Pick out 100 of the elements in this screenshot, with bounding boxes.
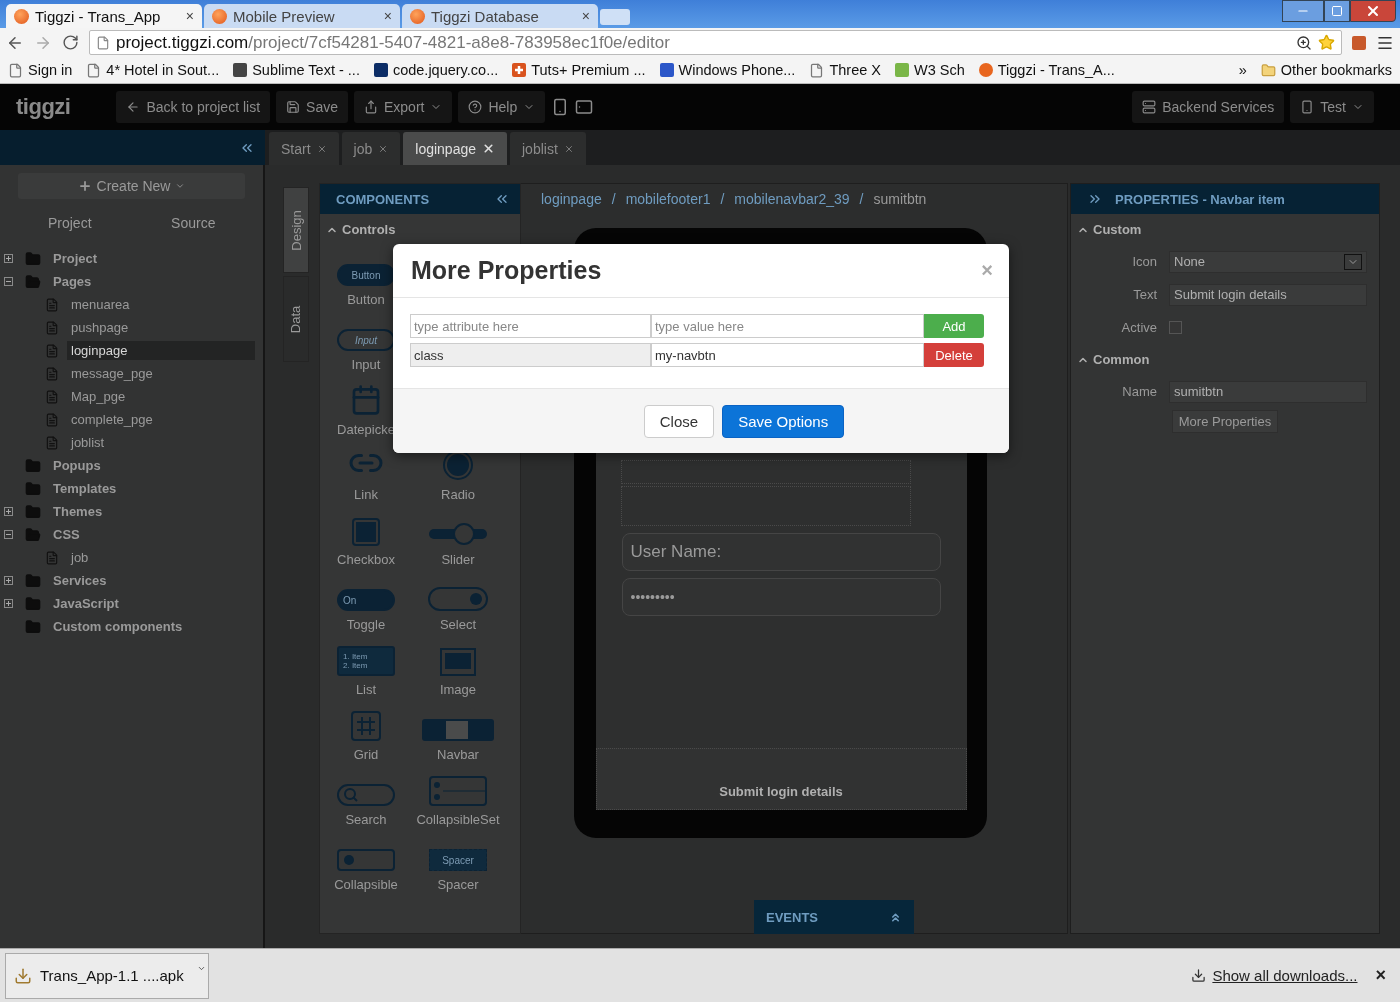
navbar-button[interactable]: Submit login details [595,748,967,810]
tree-item[interactable]: Templates [49,479,121,498]
minimize-button[interactable] [1282,0,1324,22]
bookmark[interactable]: Three X [809,62,881,78]
tree-item[interactable]: job [67,548,93,567]
breadcrumb-link[interactable]: mobilenavbar2_39 [734,191,850,207]
breadcrumb-link[interactable]: mobilefooter1 [625,191,711,207]
component-item[interactable]: Radio [412,440,504,502]
extension-icon[interactable] [1352,35,1366,50]
tree-item[interactable]: Pages [49,272,96,291]
attribute-field[interactable]: type attribute here [410,314,651,338]
tree-item[interactable]: message_pge [67,364,157,383]
browser-tab[interactable]: Tiggzi Database × [402,4,598,28]
export-button[interactable]: Export [353,91,453,123]
help-button[interactable]: Help [458,91,546,123]
component-item[interactable]: Navbar [412,700,504,762]
tree-item[interactable]: loginpage [67,341,255,360]
component-item[interactable]: 1. Item 2. Item List [320,635,412,697]
add-button[interactable]: Add [924,314,984,338]
bookmark[interactable]: W3 Sch [895,62,965,78]
bookmark[interactable]: code.jquery.co... [373,62,499,78]
tree-item[interactable]: Custom components [49,617,187,636]
tablet-icon[interactable] [575,98,594,116]
download-item[interactable]: Trans_App-1.1 ....apk [5,952,209,999]
star-icon[interactable] [1318,34,1335,51]
icon-select[interactable]: None [1169,250,1367,273]
save-options-button[interactable]: Save Options [722,404,845,438]
component-item[interactable]: Grid [320,700,412,762]
close-button[interactable] [1350,0,1396,22]
password-field[interactable]: ••••••••• [621,578,941,616]
test-button[interactable]: Test [1290,91,1374,123]
create-new-button[interactable]: Create New [18,173,245,199]
vertical-tab[interactable]: Design [283,187,309,273]
sidebar-tab[interactable]: Project [8,209,132,237]
component-item[interactable]: Slider [412,505,504,567]
tree-item[interactable]: menuarea [67,295,134,314]
tree-item[interactable]: pushpage [67,318,133,337]
value-field[interactable]: type value here [651,314,924,338]
close-icon[interactable]: × [1375,965,1386,986]
close-icon[interactable]: × [581,8,590,24]
close-icon[interactable] [482,142,495,155]
close-dialog-button[interactable]: Close [643,404,715,438]
tree-item[interactable]: complete_pge [67,410,157,429]
browser-tab[interactable]: Tiggzi - Trans_App × [6,4,202,28]
close-icon[interactable]: × [185,8,194,24]
text-field[interactable]: Submit login details [1169,283,1367,306]
close-icon[interactable] [563,143,574,154]
component-item[interactable]: Search [320,765,412,827]
component-item[interactable]: Checkbox [320,505,412,567]
page-tab[interactable]: loginpage [403,132,507,165]
close-icon[interactable]: × [383,8,392,24]
more-bookmarks-button[interactable]: » [1238,62,1247,78]
component-item[interactable]: Image [412,635,504,697]
section-title[interactable]: Common [1093,352,1150,367]
component-item[interactable]: On Toggle [320,570,412,632]
component-item[interactable]: CollapsibleSet [412,765,504,827]
tree-item[interactable]: Services [49,571,111,590]
show-all-downloads-link[interactable]: Show all downloads... [1212,967,1358,984]
bookmark[interactable]: Sign in [8,62,73,78]
text-field[interactable]: sumitbtn [1169,380,1367,403]
sidebar-tab[interactable]: Source [131,209,255,237]
tree-item[interactable]: CSS [49,525,84,544]
expand-icon[interactable] [4,599,13,608]
other-bookmarks[interactable]: Other bookmarks [1280,62,1392,78]
breadcrumb-link[interactable]: loginpage [541,191,602,207]
section-title[interactable]: Controls [342,222,396,237]
zoom-icon[interactable] [1296,34,1312,51]
close-icon[interactable] [378,143,389,154]
tree-item[interactable]: Project [49,249,102,268]
tree-item[interactable]: Themes [49,502,107,521]
backend-services-button[interactable]: Backend Services [1132,91,1285,123]
page-tab[interactable]: joblist [510,132,586,165]
expand-icon[interactable] [4,507,13,516]
attribute-field[interactable]: class [410,343,651,367]
tree-item[interactable]: Popups [49,456,105,475]
active-checkbox[interactable] [1169,321,1182,334]
collapse-icon[interactable] [4,530,13,539]
component-item[interactable]: Spacer Spacer [412,830,504,892]
address-field[interactable]: project.tiggzi.com/project/7cf54281-5407-4821-a8e8-783958ec1f0e/editor [89,30,1342,55]
section-title[interactable]: Custom [1093,222,1142,237]
tree-item[interactable]: Map_pge [67,387,130,406]
delete-button[interactable]: Delete [924,343,984,367]
collapse-icon[interactable] [4,277,13,286]
value-field[interactable]: my-navbtn [651,343,924,367]
events-tab[interactable]: EVENTS [754,900,914,934]
close-icon[interactable] [316,143,327,154]
more-properties-button[interactable]: More Properties [1171,410,1279,433]
tree-item[interactable]: joblist [67,433,109,452]
page-tab[interactable]: job [341,132,401,165]
expand-icon[interactable] [4,254,13,263]
restore-button[interactable] [1324,0,1350,22]
vertical-tab[interactable]: Data [283,276,309,362]
back-button[interactable]: Back to project list [116,91,271,123]
browser-tab[interactable]: Mobile Preview × [204,4,400,28]
page-tab[interactable]: Start [269,132,339,165]
component-item[interactable]: Link [320,440,412,502]
expand-icon[interactable] [4,576,13,585]
component-item[interactable]: Datepicke [320,375,412,437]
reload-icon[interactable] [62,34,79,51]
tree-item[interactable]: JavaScript [49,594,123,613]
